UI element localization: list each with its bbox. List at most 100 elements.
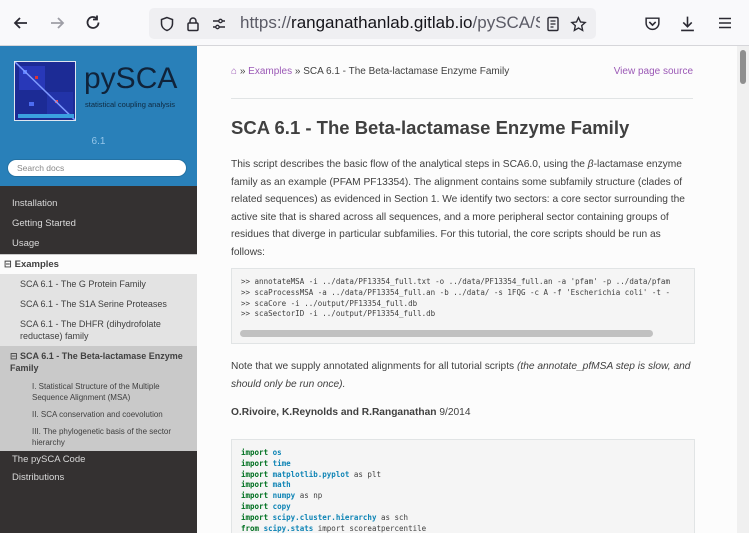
lock-icon[interactable] [183,14,203,34]
nav-item-section-3[interactable]: III. The phylogenetic basis of the secto… [0,423,197,451]
code-line: import copy [241,502,694,513]
note-paragraph: Note that we supply annotated alignments… [231,358,697,393]
code-line: import numpy as np [241,491,694,502]
download-icon [680,16,694,31]
collapse-icon: ⊟ [10,351,21,361]
sidebar-header: pySCA statistical coupling analysis 6.1 … [0,46,197,186]
nav-item-dhfr[interactable]: SCA 6.1 - The DHFR (dihydrofolate reduct… [0,314,197,346]
nav-item-usage[interactable]: Usage [0,234,197,254]
url-path: /pySCA/SC [472,13,540,32]
nav-item-section-1[interactable]: I. Statistical Structure of the Multiple… [0,378,197,406]
shield-icon[interactable] [157,14,177,34]
code-keyword: import [241,469,269,479]
page-title: SCA 6.1 - The Beta-lactamase Enzyme Fami… [231,117,630,138]
code-rest: import scoreatpercentile [313,523,427,533]
code-keyword: import [241,458,269,468]
code-line: >> annotateMSA -i ../data/PF13354_full.t… [241,277,670,286]
code-module: scipy.cluster.hierarchy [272,512,377,522]
logo-title[interactable]: pySCA [84,62,177,96]
reload-icon [86,15,100,29]
note-text: Note that we supply annotated alignments… [231,361,517,372]
imports-code-block[interactable]: import os import time import matplotlib.… [231,439,695,533]
code-line: import math [241,480,694,491]
code-line: from scipy.stats import scoreatpercentil… [241,524,694,533]
reload-button[interactable] [80,10,106,36]
nav-item-beta-lactamase[interactable]: ⊟ SCA 6.1 - The Beta-lactamase Enzyme Fa… [0,346,197,378]
nav-item-g-protein[interactable]: SCA 6.1 - The G Protein Family [0,274,197,294]
nav-item-distributions[interactable]: Distributions [0,469,197,487]
view-page-source-link[interactable]: View page source [614,66,693,77]
menu-button[interactable] [712,10,738,36]
breadcrumb: ⌂ » Examples » SCA 6.1 - The Beta-lactam… [231,66,693,84]
downloads-button[interactable] [674,10,700,36]
breadcrumb-separator: » [294,66,301,77]
url-host: ranganathanlab.gitlab.io [291,13,473,32]
pocket-icon [644,16,660,30]
nav-item-getting-started[interactable]: Getting Started [0,214,197,234]
docs-sidebar: pySCA statistical coupling analysis 6.1 … [0,46,197,533]
author-names: O.Rivoire, K.Reynolds and R.Ranganathan [231,407,437,418]
code-line: import matplotlib.pyplot as plt [241,470,694,481]
nav-item-examples[interactable]: ⊟ Examples [0,254,197,274]
collapse-icon: ⊟ [4,259,15,270]
code-line: >> scaProcessMSA -a ../data/PF13354_full… [241,287,670,297]
code-keyword: import [241,448,269,457]
home-icon[interactable]: ⌂ [231,66,237,77]
code-line: >> scaCore -i ../output/PF13354_full.db [241,298,418,308]
code-module: copy [272,501,291,511]
sidebar-nav: Installation Getting Started Usage ⊟ Exa… [0,194,197,487]
intro-paragraph: This script describes the basic flow of … [231,156,697,261]
forward-arrow-icon [51,17,65,29]
browser-toolbar: https://ranganathanlab.gitlab.io/pySCA/S… [0,0,749,46]
code-keyword: import [241,512,269,522]
permissions-icon[interactable] [209,14,229,34]
code-module: os [272,448,282,457]
intro-text-2: -lactamase enzyme family as an example (… [231,159,685,258]
page-scrollbar[interactable] [737,46,749,533]
url-scheme: https:// [240,13,292,32]
code-line: import scipy.cluster.hierarchy as sch [241,513,694,524]
nav-item-installation[interactable]: Installation [0,194,197,214]
code-module: math [272,480,291,490]
breadcrumb-separator: » [239,66,246,77]
code-module: time [272,458,291,468]
code-keyword: from [241,523,260,533]
nav-item-s1a-serine[interactable]: SCA 6.1 - The S1A Serine Proteases [0,294,197,314]
forward-button[interactable] [44,10,70,36]
pocket-button[interactable] [639,10,665,36]
nav-item-beta-lactamase-label: SCA 6.1 - The Beta-lactamase Enzyme Fami… [10,351,183,373]
back-button[interactable] [8,10,34,36]
main-content: ⌂ » Examples » SCA 6.1 - The Beta-lactam… [197,46,737,533]
code-line: import os [241,448,694,459]
breadcrumb-current: SCA 6.1 - The Beta-lactamase Enzyme Fami… [303,66,510,77]
code-keyword: import [241,480,269,490]
code-module: numpy [272,491,296,501]
url-text[interactable]: https://ranganathanlab.gitlab.io/pySCA/S… [240,13,540,33]
command-code-block[interactable]: >> annotateMSA -i ../data/PF13354_full.t… [231,268,695,344]
sca-matrix-logo[interactable] [14,61,76,121]
intro-text-1: This script describes the basic flow of … [231,159,588,170]
beta-lactamase-submenu: I. Statistical Structure of the Multiple… [0,378,197,451]
reader-view-icon[interactable] [543,14,563,34]
address-bar[interactable]: https://ranganathanlab.gitlab.io/pySCA/S… [149,8,596,39]
horizontal-scrollbar[interactable] [240,330,653,337]
search-docs-input[interactable]: Search docs [7,159,187,177]
divider [231,98,693,99]
code-rest: as plt [349,469,381,479]
author-line: O.Rivoire, K.Reynolds and R.Ranganathan … [231,407,471,418]
scrollbar-thumb[interactable] [740,50,746,84]
code-module: matplotlib.pyplot [272,469,350,479]
code-keyword: import [241,501,269,511]
code-rest: as sch [376,512,409,522]
breadcrumb-examples-link[interactable]: Examples [248,66,292,77]
nav-item-section-2[interactable]: II. SCA conservation and coevolution [0,406,197,423]
logo-subtitle: statistical coupling analysis [85,100,176,109]
nav-item-pysca-code[interactable]: The pySCA Code [0,451,197,469]
author-date: 9/2014 [439,407,471,418]
bookmark-star-icon[interactable] [568,14,588,34]
code-module: scipy.stats [263,523,314,533]
back-arrow-icon [13,17,27,29]
code-line: >> scaSectorID -i ../output/PF13354_full… [241,309,436,319]
examples-submenu: SCA 6.1 - The G Protein Family SCA 6.1 -… [0,274,197,451]
hamburger-menu-icon [719,17,731,29]
